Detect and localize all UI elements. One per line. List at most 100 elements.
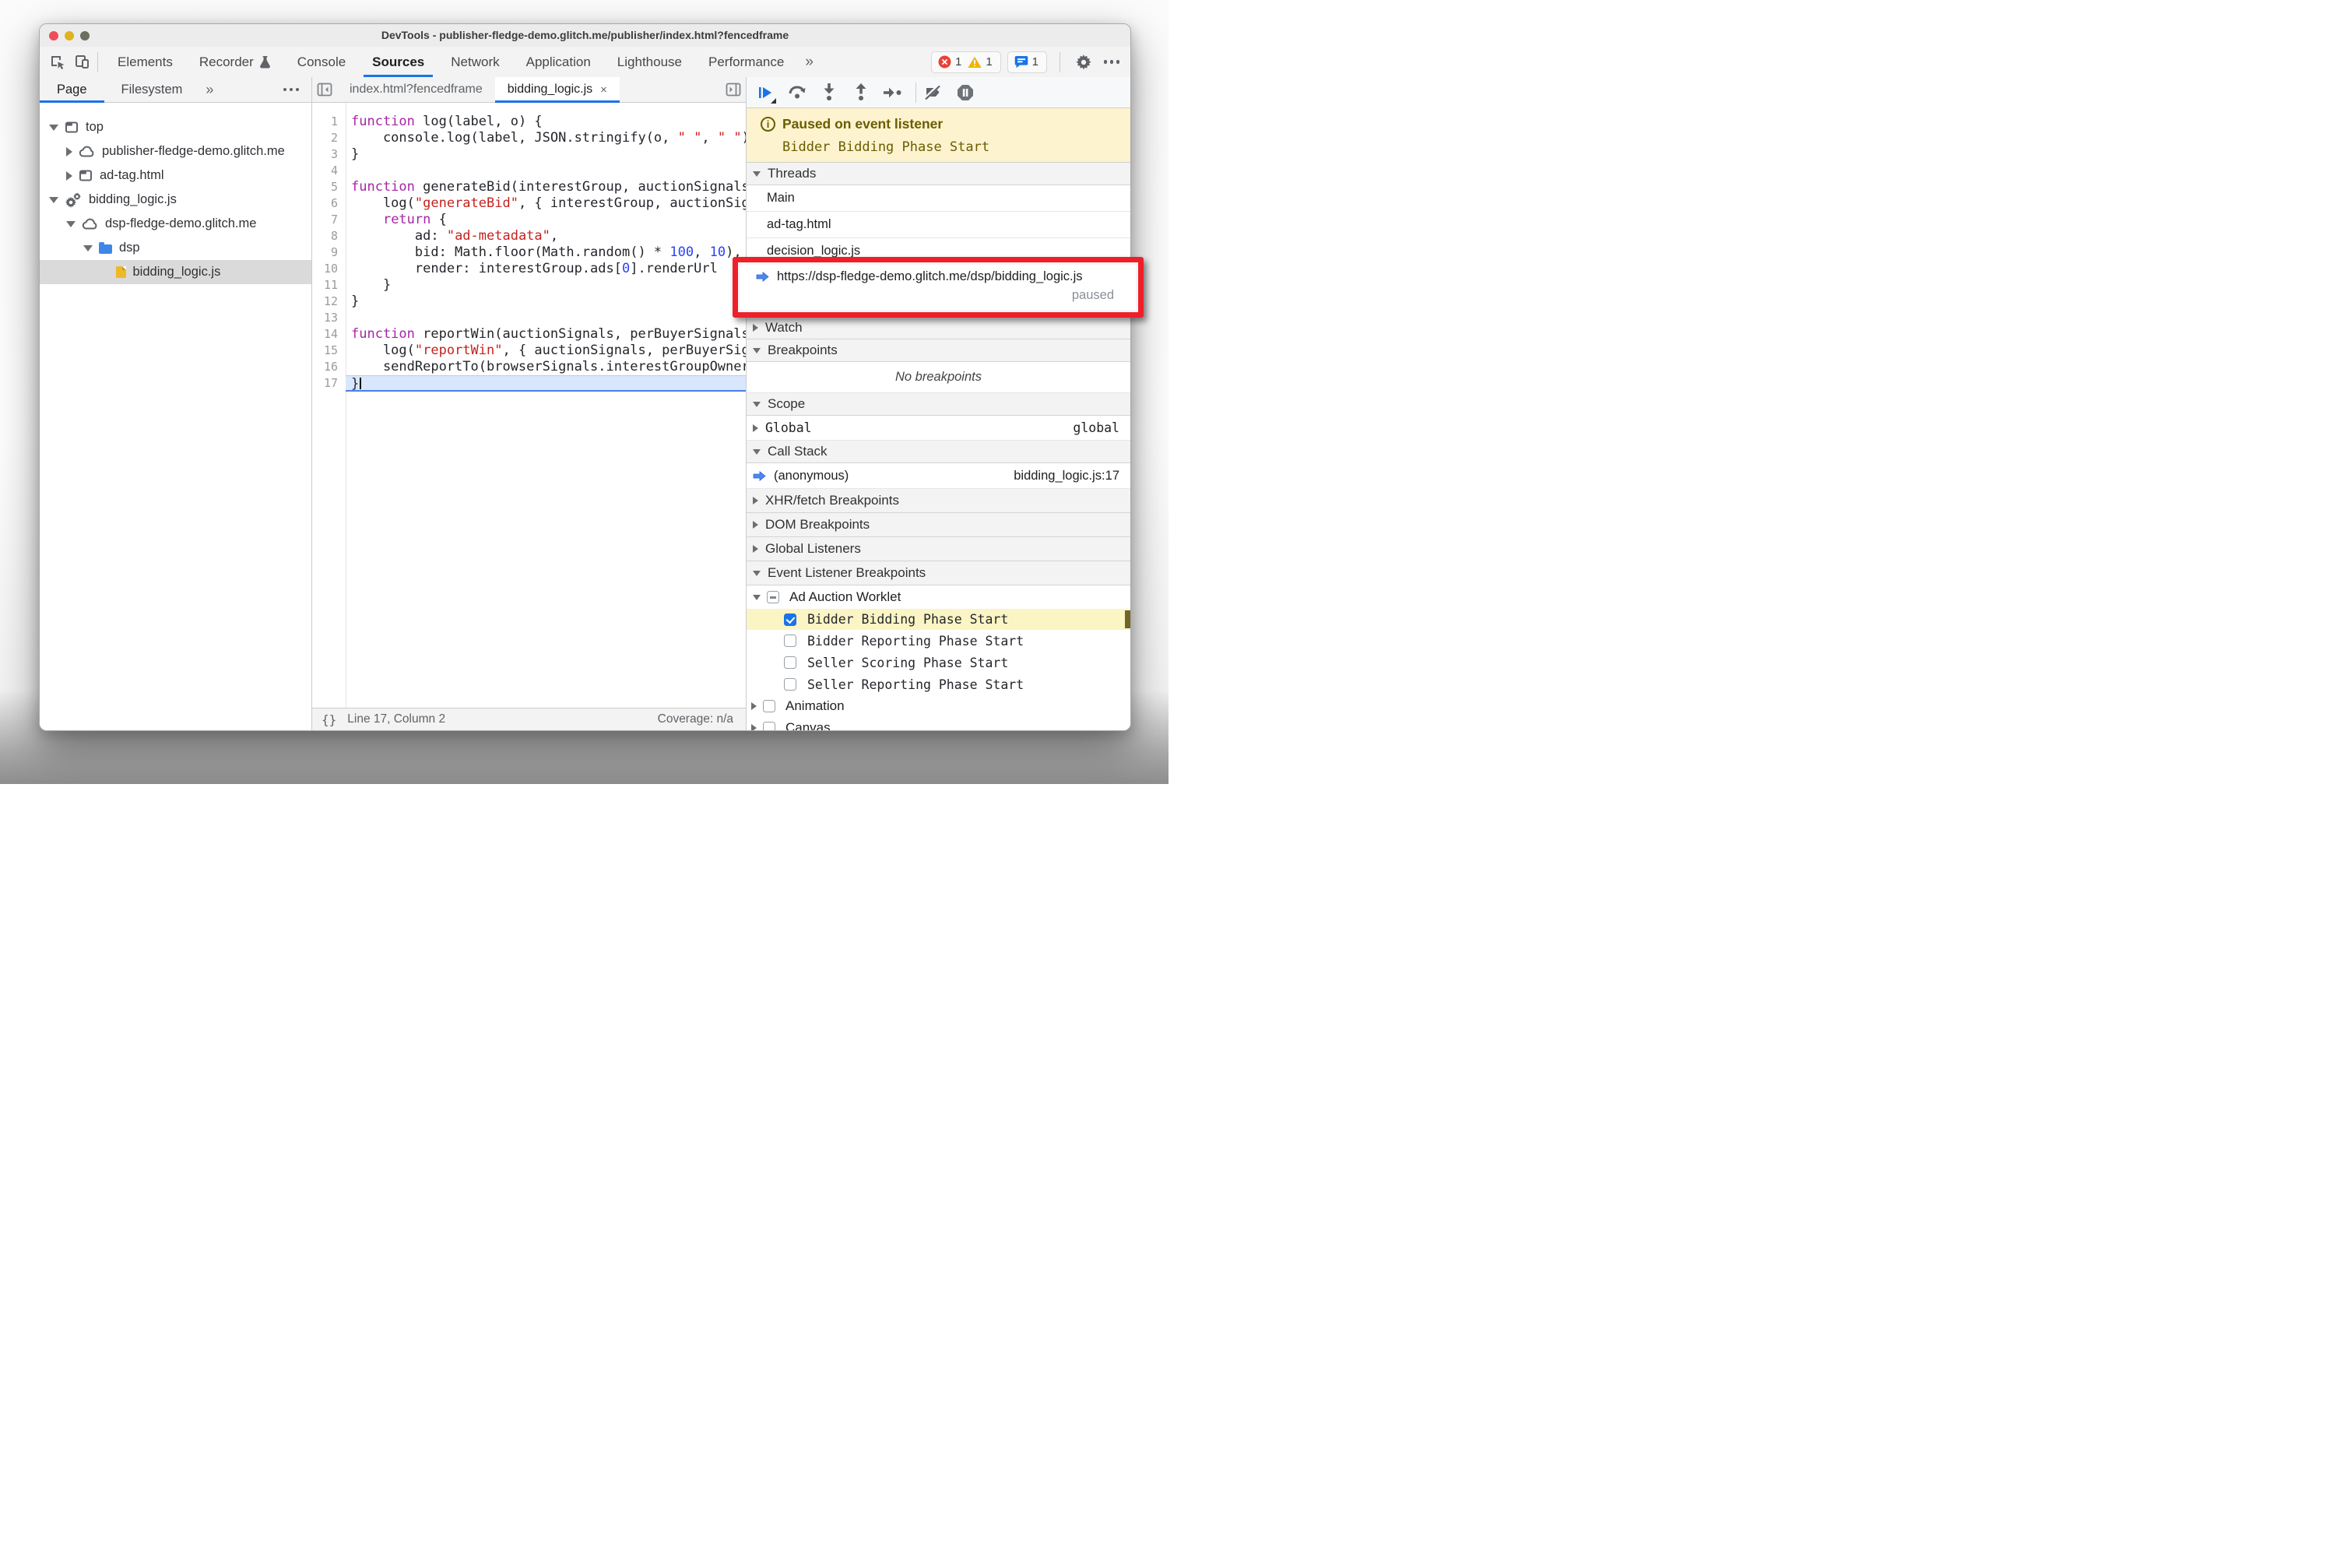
more-panels-chevron[interactable]: » xyxy=(797,54,821,71)
tree-expander-arrow[interactable] xyxy=(66,220,76,227)
tree-item-top[interactable]: top xyxy=(40,115,311,139)
breakpoint-seller-reporting-phase-start[interactable]: Seller Reporting Phase Start xyxy=(747,673,1130,695)
ad-auction-worklet-group[interactable]: Ad Auction Worklet xyxy=(747,585,1130,609)
watch-section-header[interactable]: Watch xyxy=(747,317,1130,339)
tab-recorder[interactable]: Recorder xyxy=(186,47,284,77)
tree-item-ad-tag-html[interactable]: ad-tag.html xyxy=(40,163,311,188)
thread-row-main[interactable]: Main xyxy=(747,185,1130,212)
global-listeners-header[interactable]: Global Listeners xyxy=(747,537,1130,561)
step-out-icon[interactable] xyxy=(852,83,870,102)
line-number[interactable]: 14 xyxy=(312,326,346,343)
code-line-8[interactable]: 8 ad: "ad-metadata", xyxy=(312,228,746,244)
line-number[interactable]: 13 xyxy=(312,310,346,326)
tree-item-bidding-logic-js[interactable]: bidding_logic.js xyxy=(40,260,311,284)
code-line-2[interactable]: 2 console.log(label, JSON.stringify(o, "… xyxy=(312,130,746,146)
line-number[interactable]: 1 xyxy=(312,114,346,130)
pretty-print-button[interactable]: {} xyxy=(322,712,336,727)
more-navigator-tabs-chevron[interactable]: » xyxy=(199,82,220,98)
tree-expander-arrow[interactable] xyxy=(83,244,93,251)
breakpoint-bidder-bidding-phase-start[interactable]: Bidder Bidding Phase Start xyxy=(747,609,1130,630)
tab-sources[interactable]: Sources xyxy=(359,47,438,77)
hide-debugger-sidebar-icon[interactable] xyxy=(726,83,741,97)
thread-row-ad-tag-html[interactable]: ad-tag.html xyxy=(747,212,1130,238)
code-line-5[interactable]: 5 function generateBid(interestGroup, auc… xyxy=(312,179,746,195)
line-number[interactable]: 2 xyxy=(312,130,346,146)
code-line-10[interactable]: 10 render: interestGroup.ads[0].renderUr… xyxy=(312,261,746,277)
tab-application[interactable]: Application xyxy=(513,47,604,77)
device-toolbar-icon[interactable] xyxy=(72,53,91,72)
tab-network[interactable]: Network xyxy=(438,47,512,77)
line-number[interactable]: 9 xyxy=(312,244,346,261)
tree-item-dsp[interactable]: dsp xyxy=(40,236,311,260)
line-number[interactable]: 10 xyxy=(312,261,346,277)
xhr-breakpoints-header[interactable]: XHR/fetch Breakpoints xyxy=(747,489,1130,513)
step-icon[interactable] xyxy=(884,83,902,102)
line-number[interactable]: 12 xyxy=(312,294,346,310)
code-line-4[interactable]: 4 xyxy=(312,163,746,179)
call-stack-frame-row[interactable]: (anonymous) bidding_logic.js:17 xyxy=(747,463,1130,489)
line-number[interactable]: 7 xyxy=(312,212,346,228)
checked-checkbox[interactable] xyxy=(784,613,796,626)
category-expander-arrow[interactable] xyxy=(751,724,757,730)
event-listener-breakpoints-header[interactable]: Event Listener Breakpoints xyxy=(747,561,1130,585)
category-expander-arrow[interactable] xyxy=(751,702,757,710)
unchecked-checkbox[interactable] xyxy=(784,635,796,647)
pause-on-exceptions-icon[interactable] xyxy=(956,83,975,102)
threads-section-header[interactable]: Threads xyxy=(747,163,1130,185)
code-line-13[interactable]: 13 xyxy=(312,310,746,326)
console-summary-badge[interactable]: 1 1 xyxy=(930,51,1001,73)
line-number[interactable]: 17 xyxy=(312,375,346,392)
code-line-1[interactable]: 1 function log(label, o) { xyxy=(312,114,746,130)
navigator-tab-page[interactable]: Page xyxy=(40,77,104,103)
resume-script-icon[interactable] xyxy=(756,83,776,104)
code-line-15[interactable]: 15 log("reportWin", { auctionSignals, pe… xyxy=(312,343,746,359)
code-line-9[interactable]: 9 bid: Math.floor(Math.random() * 100, 1… xyxy=(312,244,746,261)
line-number[interactable]: 5 xyxy=(312,179,346,195)
unchecked-checkbox[interactable] xyxy=(784,678,796,691)
breakpoints-section-header[interactable]: Breakpoints xyxy=(747,339,1130,362)
code-line-11[interactable]: 11 } xyxy=(312,277,746,294)
scope-global-row[interactable]: Global global xyxy=(747,416,1130,441)
step-into-icon[interactable] xyxy=(820,83,838,102)
navigator-kebab-icon[interactable] xyxy=(282,80,300,99)
close-tab-icon[interactable]: × xyxy=(600,83,607,97)
tree-expander-arrow[interactable] xyxy=(49,196,58,203)
tree-item-dsp-fledge-demo-glitch-me[interactable]: dsp-fledge-demo.glitch.me xyxy=(40,212,311,236)
tree-expander-arrow[interactable] xyxy=(66,146,72,156)
breakpoint-bidder-reporting-phase-start[interactable]: Bidder Reporting Phase Start xyxy=(747,630,1130,652)
hide-navigator-icon[interactable] xyxy=(317,83,332,97)
tree-expander-arrow[interactable] xyxy=(49,124,58,131)
issues-badge[interactable]: 1 xyxy=(1007,51,1047,73)
code-line-3[interactable]: 3} xyxy=(312,146,746,163)
dom-breakpoints-header[interactable]: DOM Breakpoints xyxy=(747,513,1130,537)
line-number[interactable]: 6 xyxy=(312,195,346,212)
unchecked-checkbox[interactable] xyxy=(763,700,775,712)
deactivate-breakpoints-icon[interactable] xyxy=(924,83,943,102)
navigator-tab-filesystem[interactable]: Filesystem xyxy=(104,77,200,102)
call-stack-section-header[interactable]: Call Stack xyxy=(747,441,1130,463)
settings-gear-icon[interactable] xyxy=(1074,53,1093,72)
active-thread-url[interactable]: https://dsp-fledge-demo.glitch.me/dsp/bi… xyxy=(777,269,1083,284)
tab-elements[interactable]: Elements xyxy=(104,47,186,77)
ad-auction-worklet-checkbox[interactable] xyxy=(767,591,779,603)
code-line-17[interactable]: 17} xyxy=(312,375,746,392)
scope-section-header[interactable]: Scope xyxy=(747,393,1130,416)
editor-tab-bidding-logic-js[interactable]: bidding_logic.js × xyxy=(494,77,620,103)
tab-performance[interactable]: Performance xyxy=(695,47,797,77)
editor-tab-index-html-fencedframe[interactable]: index.html?fencedframe xyxy=(337,77,495,102)
line-number[interactable]: 3 xyxy=(312,146,346,163)
line-number[interactable]: 8 xyxy=(312,228,346,244)
code-editor[interactable]: 1 function log(label, o) {2 console.log(l… xyxy=(312,103,746,708)
step-over-icon[interactable] xyxy=(788,83,807,102)
line-number[interactable]: 4 xyxy=(312,163,346,179)
code-line-16[interactable]: 16 sendReportTo(browserSignals.interestG… xyxy=(312,359,746,375)
breakpoint-category-animation[interactable]: Animation xyxy=(747,695,1130,717)
line-number[interactable]: 15 xyxy=(312,343,346,359)
tree-item-publisher-fledge-demo-glitch-me[interactable]: publisher-fledge-demo.glitch.me xyxy=(40,139,311,163)
code-line-6[interactable]: 6 log("generateBid", { interestGroup, au… xyxy=(312,195,746,212)
unchecked-checkbox[interactable] xyxy=(763,722,775,730)
code-line-12[interactable]: 12} xyxy=(312,294,746,310)
line-number[interactable]: 11 xyxy=(312,277,346,294)
tree-expander-arrow[interactable] xyxy=(66,171,72,181)
inspect-element-icon[interactable] xyxy=(47,53,66,72)
